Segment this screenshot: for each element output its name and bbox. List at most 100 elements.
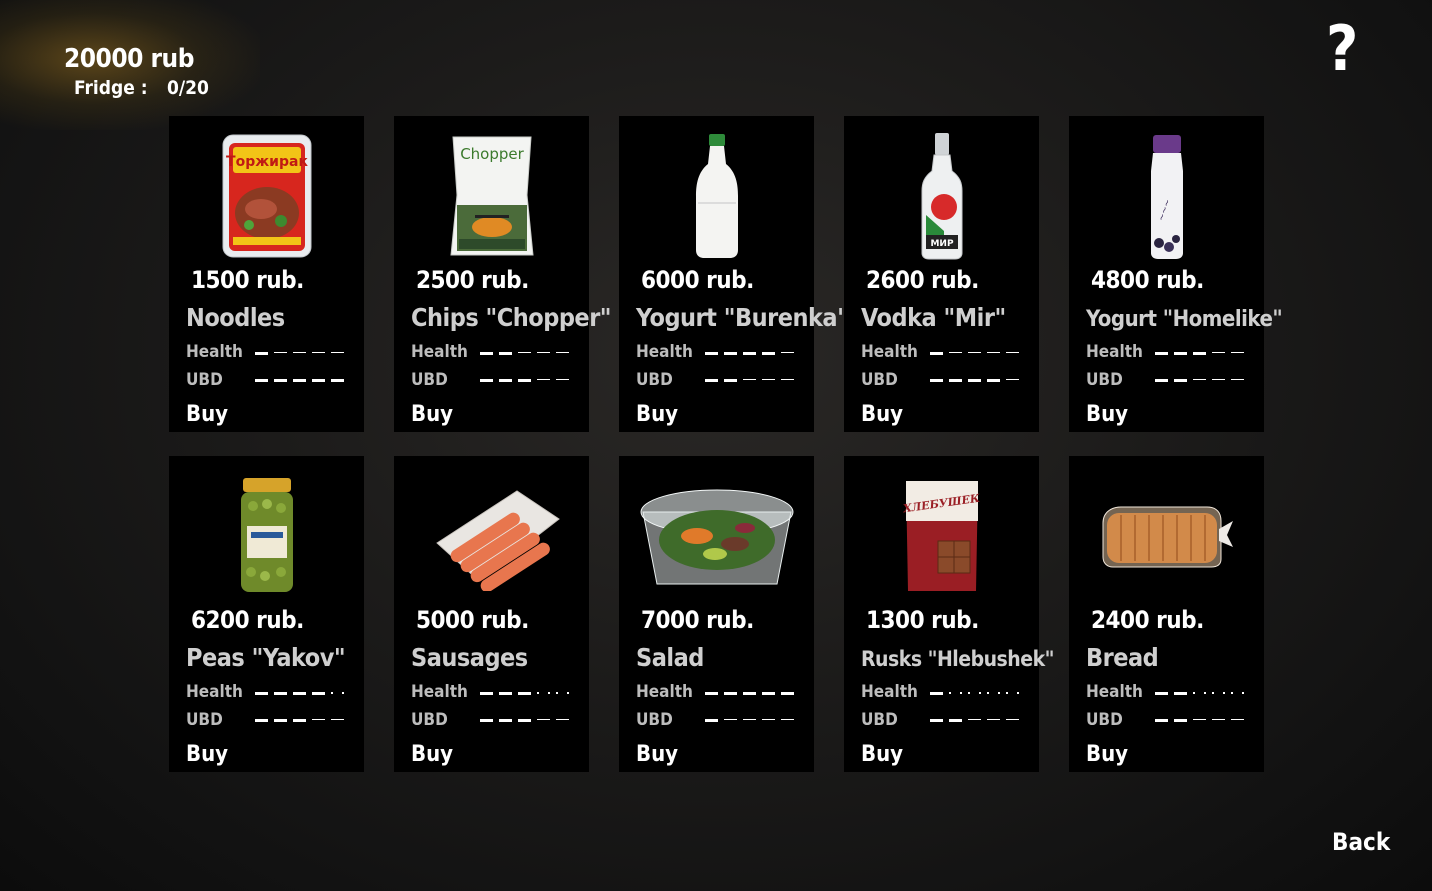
- shop-card-yogurt-burenka: 6000 rub. Yogurt "Burenka" Health UBD Bu…: [619, 116, 849, 432]
- stat-segment: [949, 692, 962, 695]
- stat-segment: [1006, 352, 1019, 355]
- buy-button[interactable]: Buy: [1086, 742, 1128, 767]
- noodle-pack-icon: Торжирак: [169, 126, 364, 266]
- stat-segment: [1212, 352, 1225, 355]
- stat-segment: [1174, 379, 1187, 382]
- stat-segment: [781, 692, 794, 695]
- chips-bag-icon: Chopper: [394, 126, 589, 266]
- stat-segment: [331, 719, 344, 722]
- back-button[interactable]: Back: [1332, 828, 1390, 856]
- stat-segment: [1231, 692, 1244, 695]
- ubd-bar: [480, 719, 569, 722]
- stat-segment: [705, 352, 718, 355]
- stat-segment: [499, 379, 512, 382]
- stat-segment: [743, 719, 756, 722]
- stat-segment: [930, 692, 943, 695]
- fridge-value: 0/20: [167, 77, 209, 99]
- stat-segment: [556, 719, 569, 722]
- stat-segment: [781, 719, 794, 722]
- buy-button[interactable]: Buy: [636, 402, 678, 427]
- stat-segment: [312, 692, 325, 695]
- stat-segment: [293, 719, 306, 722]
- buy-button[interactable]: Buy: [636, 742, 678, 767]
- stat-segment: [1212, 379, 1225, 382]
- help-button[interactable]: ?: [1326, 18, 1358, 80]
- item-price: 1500 rub.: [191, 266, 304, 294]
- shop-card-vodka: МИР 2600 rub. Vodka "Mir" Health UBD Buy: [844, 116, 1039, 432]
- buy-button[interactable]: Buy: [186, 402, 228, 427]
- ubd-bar: [930, 379, 1019, 382]
- buy-button[interactable]: Buy: [411, 402, 453, 427]
- stat-segment: [724, 379, 737, 382]
- ubd-label: UBD: [186, 370, 223, 390]
- health-bar: [255, 692, 344, 695]
- stat-segment: [724, 719, 737, 722]
- stat-segment: [1006, 719, 1019, 722]
- stat-segment: [968, 379, 981, 382]
- item-name: Salad: [636, 643, 704, 672]
- buy-button[interactable]: Buy: [186, 742, 228, 767]
- stat-segment: [537, 719, 550, 722]
- stat-segment: [274, 352, 287, 355]
- salad-box-icon: [619, 466, 814, 606]
- item-name: Yogurt "Burenka": [636, 303, 849, 332]
- stat-segment: [949, 379, 962, 382]
- stat-segment: [1174, 692, 1187, 695]
- stat-segment: [1212, 692, 1225, 695]
- stat-segment: [274, 692, 287, 695]
- ubd-label: UBD: [861, 370, 898, 390]
- stat-segment: [518, 692, 531, 695]
- stat-segment: [480, 719, 493, 722]
- stat-segment: [762, 719, 775, 722]
- stat-segment: [930, 719, 943, 722]
- ubd-label: UBD: [411, 370, 448, 390]
- health-label: Health: [1086, 682, 1143, 702]
- item-name: Peas "Yakov": [186, 643, 346, 672]
- buy-button[interactable]: Buy: [861, 742, 903, 767]
- stat-segment: [480, 692, 493, 695]
- shop-card-sausages: 5000 rub. Sausages Health UBD Buy: [394, 456, 589, 772]
- bread-loaf-icon: [1069, 466, 1264, 606]
- peas-jar-icon: [169, 466, 364, 606]
- stat-segment: [499, 352, 512, 355]
- stat-segment: [1193, 719, 1206, 722]
- stat-segment: [556, 379, 569, 382]
- item-price: 7000 rub.: [641, 606, 754, 634]
- stat-segment: [1174, 352, 1187, 355]
- buy-button[interactable]: Buy: [1086, 402, 1128, 427]
- svg-text:Chopper: Chopper: [460, 145, 524, 163]
- stat-segment: [293, 352, 306, 355]
- stat-segment: [743, 352, 756, 355]
- sausages-tray-icon: [394, 466, 589, 606]
- fridge-capacity: Fridge : 0/20: [74, 77, 209, 99]
- stat-segment: [518, 352, 531, 355]
- stat-segment: [781, 352, 794, 355]
- stat-segment: [537, 352, 550, 355]
- health-bar: [480, 352, 569, 355]
- ubd-label: UBD: [1086, 710, 1123, 730]
- vodka-bottle-icon: МИР: [844, 126, 1039, 266]
- stat-segment: [1231, 379, 1244, 382]
- health-label: Health: [861, 682, 918, 702]
- stat-segment: [743, 379, 756, 382]
- item-price: 6000 rub.: [641, 266, 754, 294]
- stat-segment: [312, 352, 325, 355]
- svg-text:МИР: МИР: [930, 239, 953, 249]
- stat-segment: [743, 692, 756, 695]
- stat-segment: [556, 352, 569, 355]
- stat-segment: [705, 719, 718, 722]
- stat-segment: [968, 719, 981, 722]
- stat-segment: [1155, 352, 1168, 355]
- shop-card-salad: 7000 rub. Salad Health UBD Buy: [619, 456, 814, 772]
- stat-segment: [556, 692, 569, 695]
- stat-segment: [1155, 719, 1168, 722]
- stat-segment: [331, 352, 344, 355]
- shop-card-yogurt-homelike: ~~~ 4800 rub. Yogurt "Homelike" Health U…: [1069, 116, 1283, 432]
- ubd-bar: [1155, 379, 1244, 382]
- item-name: Yogurt "Homelike": [1086, 307, 1283, 332]
- buy-button[interactable]: Buy: [861, 402, 903, 427]
- yogurt-bottle-icon: ~~~: [1069, 126, 1264, 266]
- buy-button[interactable]: Buy: [411, 742, 453, 767]
- health-bar: [705, 692, 794, 695]
- stat-segment: [949, 719, 962, 722]
